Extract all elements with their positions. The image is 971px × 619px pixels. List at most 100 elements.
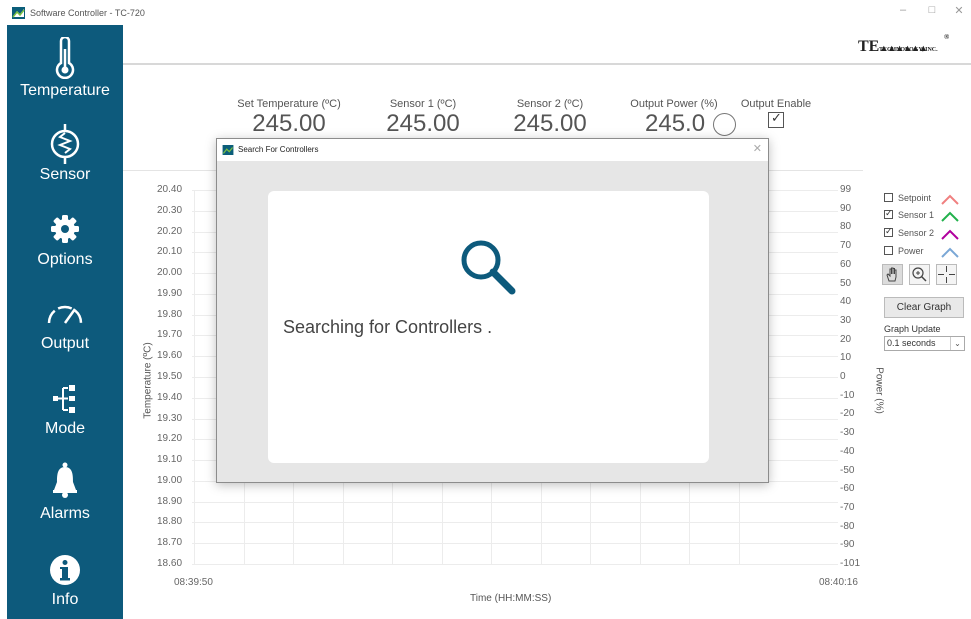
sidebar-item-output[interactable]: Output bbox=[7, 287, 123, 373]
search-icon bbox=[461, 240, 516, 295]
y-right-axis-title: Power (%) bbox=[873, 367, 885, 414]
y-right-tick-label: 70 bbox=[840, 240, 852, 252]
sidebar: Temperature Sensor Options Output Mode A… bbox=[7, 25, 123, 619]
graph-update-select[interactable]: 0.1 seconds ⌄ bbox=[884, 336, 965, 351]
y-right-tick-label: -80 bbox=[840, 520, 855, 532]
legend-label: Power bbox=[898, 246, 924, 256]
y-left-tick-label: 19.90 bbox=[157, 287, 183, 299]
x-tick-start: 08:39:50 bbox=[174, 577, 213, 588]
y-right-tick-label: 60 bbox=[840, 258, 852, 270]
y-right-tick-label: -60 bbox=[840, 483, 855, 495]
sidebar-item-label: Info bbox=[51, 591, 79, 608]
window-title: Software Controller - TC-720 bbox=[30, 8, 145, 18]
setpoint-checkbox[interactable] bbox=[884, 193, 893, 202]
y-left-tick-label: 19.40 bbox=[157, 391, 183, 403]
sidebar-item-temperature[interactable]: Temperature bbox=[7, 25, 123, 113]
y-right-tick-label: 20 bbox=[840, 333, 852, 345]
sensor2-checkbox[interactable] bbox=[884, 226, 893, 237]
dialog-title-bar: Search For Controllers ✕ bbox=[217, 139, 768, 161]
y-left-tick-label: 19.80 bbox=[157, 308, 183, 320]
dialog-close-button[interactable]: ✕ bbox=[753, 142, 762, 155]
sidebar-item-label: Alarms bbox=[40, 505, 90, 522]
sensor1-readout: Sensor 1 (ºC) 245.00 bbox=[363, 98, 483, 138]
y-left-tick-label: 19.50 bbox=[157, 371, 183, 382]
y-left-tick-label: 19.60 bbox=[157, 350, 183, 362]
y-right-tick-label: 80 bbox=[840, 221, 852, 233]
sidebar-item-sensor[interactable]: Sensor bbox=[7, 113, 123, 201]
sidebar-item-label: Output bbox=[40, 335, 90, 352]
readout-value: 245.0 bbox=[645, 110, 706, 137]
gridline bbox=[192, 522, 838, 524]
y-right-tick-label: -20 bbox=[840, 408, 855, 420]
sidebar-item-mode[interactable]: Mode bbox=[7, 373, 123, 459]
y-left-tick-label: 19.30 bbox=[157, 412, 183, 424]
sidebar-item-label: Options bbox=[37, 251, 93, 268]
legend-label: Setpoint bbox=[898, 193, 932, 203]
close-button[interactable]: ✕ bbox=[949, 4, 969, 17]
zoom-tool-button[interactable] bbox=[909, 264, 930, 285]
title-bar: Software Controller - TC-720 – □ ✕ bbox=[0, 0, 971, 26]
sensor2-line-icon bbox=[941, 229, 959, 240]
output-enable-checkbox[interactable]: ✓ bbox=[768, 110, 784, 128]
readout-value[interactable]: 245.00 bbox=[229, 110, 349, 138]
x-tick-end: 08:40:16 bbox=[819, 577, 858, 588]
sidebar-item-label: Temperature bbox=[20, 82, 110, 99]
y-right-tick-label: 0 bbox=[840, 371, 846, 382]
info-icon bbox=[50, 555, 80, 585]
legend-label: Sensor 1 bbox=[898, 210, 935, 220]
header-divider bbox=[123, 63, 971, 65]
y-right-tick-label: -90 bbox=[840, 539, 855, 551]
sidebar-item-info[interactable]: Info bbox=[7, 545, 123, 619]
sensor1-checkbox[interactable] bbox=[884, 208, 893, 219]
graph-update-value: 0.1 seconds bbox=[887, 338, 936, 348]
readout-caption: Set Temperature (ºC) bbox=[237, 98, 341, 110]
sidebar-item-alarms[interactable]: Alarms bbox=[7, 459, 123, 545]
vertical-gridline bbox=[194, 190, 195, 564]
logo-registered: ® bbox=[944, 33, 950, 41]
gridline bbox=[192, 543, 838, 545]
maximize-button[interactable]: □ bbox=[922, 4, 942, 16]
search-controllers-dialog: Search For Controllers ✕ Searching for C… bbox=[216, 138, 769, 483]
readout-caption: Sensor 1 (ºC) bbox=[389, 98, 457, 110]
y-left-tick-label: 18.80 bbox=[157, 516, 183, 528]
y-left-tick-label: 19.10 bbox=[157, 454, 183, 466]
minimize-button[interactable]: – bbox=[893, 4, 913, 16]
set-temperature-readout: Set Temperature (ºC) 245.00 bbox=[229, 98, 349, 138]
search-status-card: Searching for Controllers . bbox=[268, 191, 709, 463]
readout-caption: Output Power (%) bbox=[630, 98, 718, 110]
graph-update-label: Graph Update bbox=[884, 324, 941, 334]
clear-graph-button[interactable]: Clear Graph bbox=[884, 297, 964, 318]
mode-tree-icon bbox=[53, 385, 75, 413]
y-right-tick-label: -40 bbox=[840, 445, 855, 457]
gear-icon bbox=[51, 215, 79, 243]
readout-value: 245.00 bbox=[386, 110, 460, 137]
output-enable: Output Enable ✓ bbox=[738, 98, 814, 128]
y-left-tick-label: 20.30 bbox=[157, 204, 183, 216]
y-left-tick-label: 20.10 bbox=[157, 246, 183, 258]
app-logo-icon bbox=[222, 145, 234, 155]
checkmark-icon: ✓ bbox=[771, 110, 782, 125]
pan-tool-button[interactable] bbox=[882, 264, 903, 285]
y-right-tick-label: 99 bbox=[840, 184, 852, 195]
power-line-icon bbox=[941, 247, 959, 258]
power-checkbox[interactable] bbox=[884, 246, 893, 255]
y-left-tick-label: 19.20 bbox=[157, 433, 183, 445]
sidebar-item-label: Mode bbox=[44, 420, 86, 437]
y-right-tick-label: -10 bbox=[840, 389, 855, 401]
y-right-tick-label: -70 bbox=[840, 501, 855, 513]
crosshair-tool-button[interactable] bbox=[936, 264, 957, 285]
gridline bbox=[192, 564, 838, 565]
y-left-tick-label: 19.00 bbox=[157, 474, 183, 486]
readout-value: 245.00 bbox=[513, 110, 587, 137]
y-right-tick-label: 30 bbox=[840, 314, 852, 326]
sidebar-item-options[interactable]: Options bbox=[7, 201, 123, 287]
sensor2-readout: Sensor 2 (ºC) 245.00 bbox=[490, 98, 610, 138]
logo-text: TE bbox=[858, 38, 880, 55]
sensor-coil-icon bbox=[50, 124, 80, 164]
y-left-axis-title: Temperature (ºC) bbox=[142, 342, 154, 419]
y-right-tick-label: -50 bbox=[840, 464, 855, 476]
y-right-tick-label: 50 bbox=[840, 277, 852, 289]
hand-icon bbox=[886, 267, 897, 282]
setpoint-line-icon bbox=[941, 194, 959, 205]
y-right-tick-label: 40 bbox=[840, 296, 852, 308]
